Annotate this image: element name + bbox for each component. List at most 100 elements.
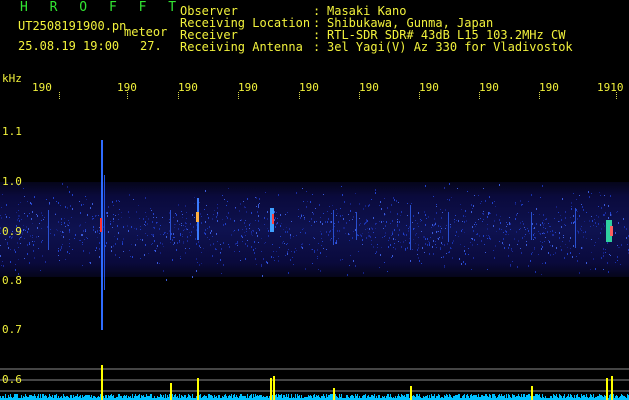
noise-speckle: [33, 244, 34, 246]
noise-speckle: [121, 212, 122, 213]
noise-speckle: [534, 248, 535, 250]
noise-speckle: [617, 245, 618, 246]
noise-speckle: [231, 234, 232, 236]
noise-speckle: [309, 244, 310, 245]
level-peak: [531, 386, 533, 400]
noise-speckle: [570, 252, 571, 254]
noise-speckle: [118, 232, 119, 234]
noise-speckle: [392, 233, 393, 235]
noise-speckle: [205, 221, 206, 223]
noise-speckle: [242, 236, 243, 237]
level-bar: [108, 395, 109, 400]
noise-speckle: [421, 220, 422, 221]
level-bar: [147, 396, 148, 400]
noise-speckle: [222, 195, 223, 196]
noise-speckle: [338, 238, 339, 239]
level-bar: [403, 396, 404, 400]
noise-speckle: [83, 230, 84, 232]
noise-speckle: [441, 242, 442, 244]
noise-speckle: [412, 249, 413, 250]
noise-speckle: [418, 244, 419, 246]
noise-speckle: [272, 244, 273, 245]
level-bar: [586, 394, 587, 400]
level-bar: [276, 394, 277, 400]
level-bar: [324, 396, 325, 400]
level-bar: [148, 396, 149, 400]
level-bar: [567, 396, 568, 400]
level-bar: [222, 396, 223, 400]
noise-speckle: [406, 234, 407, 236]
level-bar: [229, 395, 230, 400]
noise-speckle: [472, 238, 473, 240]
noise-speckle: [24, 258, 25, 259]
level-bar: [15, 394, 16, 400]
noise-speckle: [603, 223, 604, 225]
noise-speckle: [535, 237, 536, 239]
noise-speckle: [564, 224, 565, 225]
noise-speckle: [458, 220, 459, 222]
noise-speckle: [27, 244, 28, 246]
noise-speckle: [259, 229, 260, 231]
noise-speckle: [151, 234, 152, 235]
noise-speckle: [115, 254, 116, 256]
noise-speckle: [432, 232, 433, 234]
noise-speckle: [178, 228, 179, 230]
noise-speckle: [358, 235, 359, 236]
level-bar: [316, 395, 317, 400]
level-bar: [355, 394, 356, 400]
level-bar: [258, 396, 259, 400]
noise-speckle: [423, 236, 424, 238]
noise-speckle: [148, 253, 149, 254]
noise-speckle: [520, 228, 521, 229]
noise-speckle: [214, 210, 215, 211]
noise-speckle: [521, 252, 522, 254]
noise-speckle: [577, 211, 578, 212]
echo-streak: [101, 140, 103, 330]
noise-speckle: [534, 237, 535, 238]
noise-speckle: [69, 231, 70, 233]
noise-speckle: [80, 240, 81, 241]
noise-speckle: [228, 244, 229, 245]
noise-speckle: [527, 228, 528, 229]
level-bar: [339, 394, 340, 400]
noise-speckle: [199, 245, 200, 247]
noise-speckle: [245, 258, 246, 260]
noise-speckle: [153, 217, 154, 218]
noise-speckle: [347, 274, 348, 276]
noise-speckle: [165, 232, 166, 233]
noise-speckle: [152, 221, 153, 223]
noise-speckle: [89, 252, 90, 254]
noise-speckle: [425, 224, 426, 226]
noise-speckle: [473, 257, 474, 259]
level-bar: [73, 395, 74, 400]
noise-speckle: [241, 235, 242, 237]
noise-speckle: [432, 224, 433, 226]
noise-speckle: [528, 265, 529, 267]
noise-speckle: [442, 238, 443, 239]
noise-speckle: [291, 251, 292, 252]
noise-speckle: [8, 247, 9, 249]
noise-speckle: [458, 236, 459, 237]
noise-speckle: [496, 214, 497, 216]
noise-speckle: [164, 232, 165, 234]
noise-speckle: [417, 254, 418, 255]
time-tick-label: 190: [117, 81, 137, 94]
noise-speckle: [450, 247, 451, 249]
noise-speckle: [160, 234, 161, 235]
noise-speckle: [217, 241, 218, 242]
noise-speckle: [582, 206, 583, 208]
noise-speckle: [20, 202, 21, 203]
noise-speckle: [468, 254, 469, 255]
noise-speckle: [586, 262, 587, 264]
noise-speckle: [413, 228, 414, 230]
noise-speckle: [392, 220, 393, 222]
level-bar: [130, 396, 131, 400]
noise-speckle: [481, 240, 482, 242]
noise-speckle: [601, 207, 602, 209]
noise-speckle: [479, 235, 480, 237]
level-bar: [278, 394, 279, 400]
noise-speckle: [79, 201, 80, 202]
noise-speckle: [368, 235, 369, 237]
noise-speckle: [617, 211, 618, 212]
noise-speckle: [358, 251, 359, 252]
